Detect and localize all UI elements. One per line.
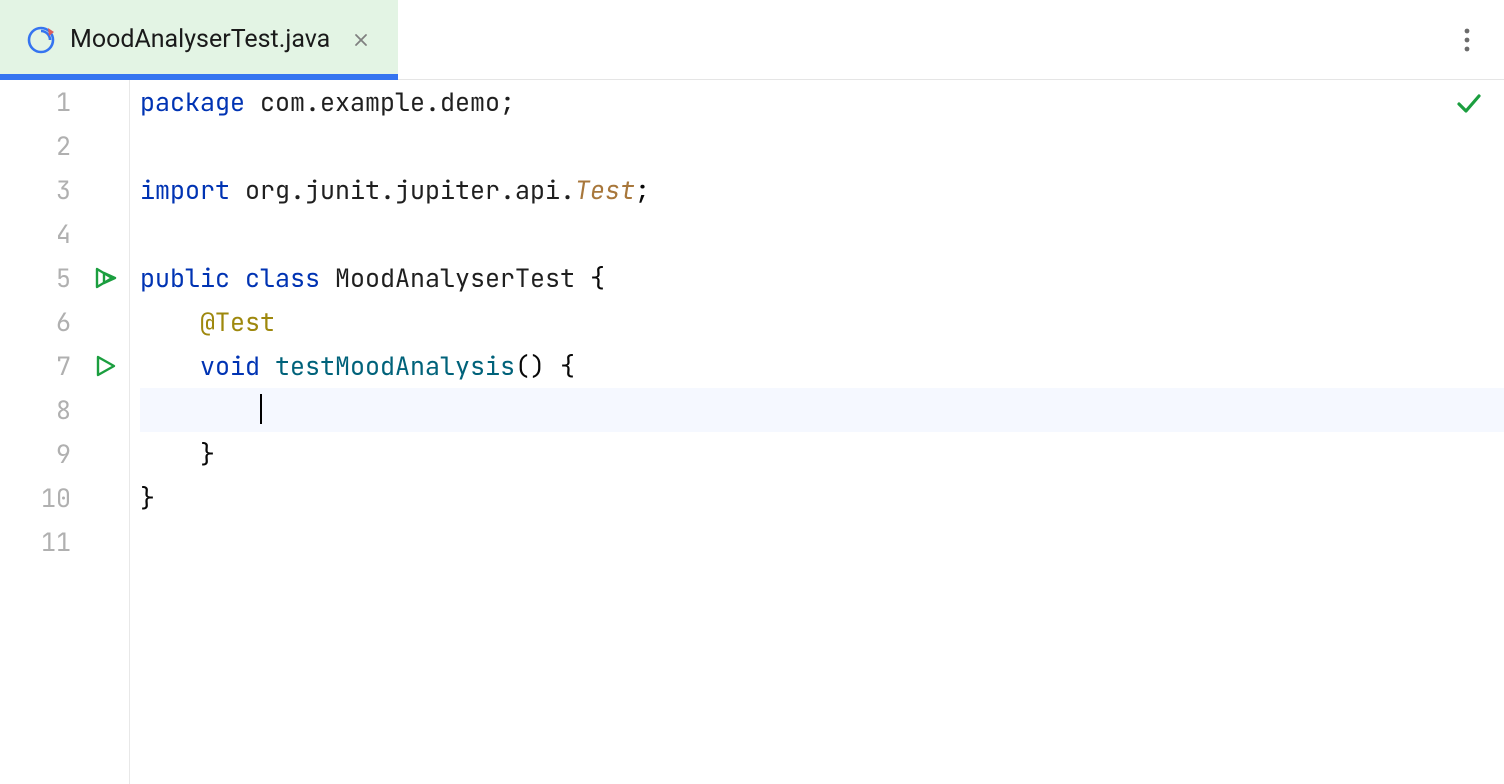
run-test-icon[interactable] <box>91 352 119 380</box>
tab-bar-actions <box>1456 0 1504 79</box>
code-line[interactable]: void testMoodAnalysis() { <box>140 344 1504 388</box>
code-line[interactable]: public class MoodAnalyserTest { <box>140 256 1504 300</box>
java-test-file-icon <box>26 25 56 55</box>
gutter-line: 2 <box>0 124 129 168</box>
more-options-icon[interactable] <box>1456 20 1478 60</box>
gutter-line: 7 <box>0 344 129 388</box>
gutter-line: 9 <box>0 432 129 476</box>
text-caret <box>260 394 262 424</box>
code-editor[interactable]: 1 2 3 4 5 6 7 8 9 10 11 <box>0 80 1504 784</box>
code-area[interactable]: package com.example.demo; import org.jun… <box>130 80 1504 784</box>
code-line[interactable]: @Test <box>140 300 1504 344</box>
code-line[interactable] <box>140 212 1504 256</box>
code-line[interactable] <box>140 124 1504 168</box>
gutter-line: 10 <box>0 476 129 520</box>
tab-bar: MoodAnalyserTest.java <box>0 0 1504 80</box>
close-tab-button[interactable] <box>350 29 372 51</box>
gutter-line: 11 <box>0 520 129 564</box>
code-line[interactable]: package com.example.demo; <box>140 80 1504 124</box>
gutter-line: 8 <box>0 388 129 432</box>
gutter: 1 2 3 4 5 6 7 8 9 10 11 <box>0 80 130 784</box>
tab-file[interactable]: MoodAnalyserTest.java <box>0 0 398 79</box>
inspection-ok-icon[interactable] <box>1456 90 1482 116</box>
code-line[interactable] <box>140 520 1504 564</box>
code-line[interactable]: import org.junit.jupiter.api.Test; <box>140 168 1504 212</box>
code-line[interactable]: } <box>140 476 1504 520</box>
gutter-line: 6 <box>0 300 129 344</box>
gutter-line: 4 <box>0 212 129 256</box>
gutter-line: 3 <box>0 168 129 212</box>
tab-title: MoodAnalyserTest.java <box>70 25 330 54</box>
code-line[interactable]: } <box>140 432 1504 476</box>
gutter-line: 1 <box>0 80 129 124</box>
gutter-line: 5 <box>0 256 129 300</box>
run-class-icon[interactable] <box>91 264 119 292</box>
code-line-current[interactable] <box>140 388 1504 432</box>
